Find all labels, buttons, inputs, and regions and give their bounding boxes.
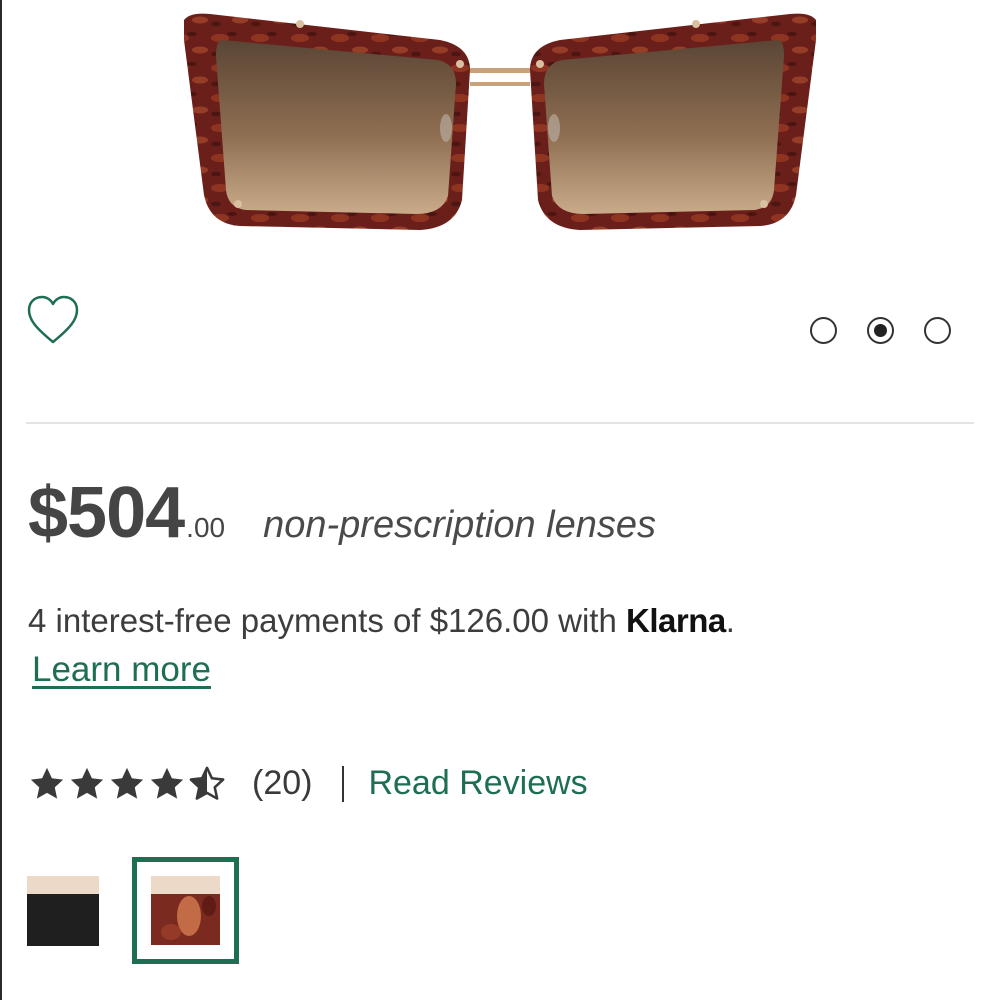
star-rating (28, 765, 226, 803)
star-icon (30, 767, 64, 799)
heart-outline-icon (27, 295, 79, 344)
price-row: $504 .00 non-prescription lenses (28, 472, 656, 554)
carousel-dot-3[interactable] (924, 317, 951, 344)
lens-type-label: non-prescription lenses (263, 504, 656, 546)
learn-more-link[interactable]: Learn more (32, 650, 211, 690)
klarna-suffix: . (725, 602, 735, 639)
klarna-message: 4 interest-free payments of $126.00 with… (28, 602, 735, 640)
page-left-edge (0, 0, 2, 1000)
divider (26, 422, 974, 424)
rating-row: (20) Read Reviews (28, 764, 588, 803)
star-half-icon (189, 766, 225, 800)
swatch-black[interactable] (27, 876, 99, 946)
price-cents: .00 (186, 512, 226, 543)
star-icon (150, 767, 184, 799)
wishlist-button[interactable] (26, 294, 80, 348)
swatch-tortoise-selected[interactable] (132, 857, 239, 964)
star-icon (110, 767, 144, 799)
star-icon (70, 767, 104, 799)
separator (342, 765, 345, 802)
klarna-logo: Klarna (626, 602, 726, 639)
image-carousel-dots (810, 317, 951, 344)
product-image[interactable] (170, 0, 830, 260)
price-dollars: $504 (28, 473, 185, 553)
read-reviews-link[interactable]: Read Reviews (368, 764, 587, 803)
carousel-dot-2[interactable] (867, 317, 894, 344)
carousel-dot-1[interactable] (810, 317, 837, 344)
review-count: (20) (252, 764, 313, 802)
klarna-text: 4 interest-free payments of $126.00 with (28, 602, 626, 639)
sunglasses-illustration (184, 13, 816, 230)
